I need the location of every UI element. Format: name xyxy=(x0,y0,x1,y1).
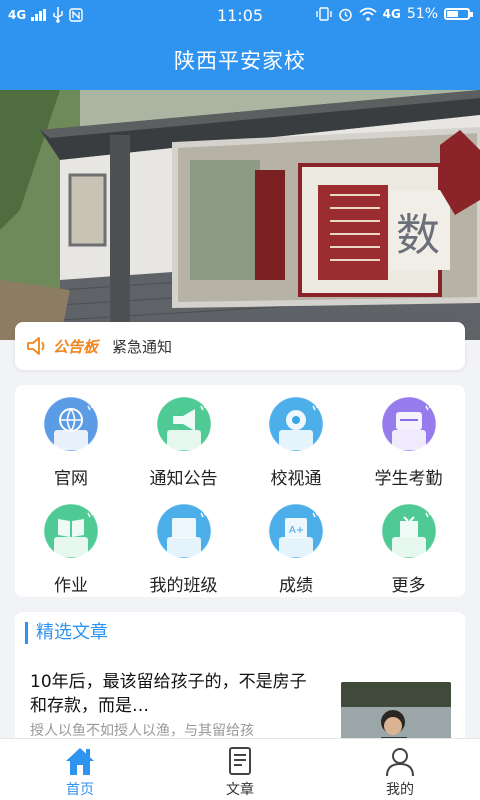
battery-fill xyxy=(447,11,459,17)
grades-icon: A+ xyxy=(268,503,324,559)
notice-label: 公告板 xyxy=(53,337,99,356)
grid-item-camera[interactable]: 校视通 xyxy=(240,390,352,490)
wifi-icon xyxy=(359,7,377,21)
grid-item-grades[interactable]: A+ 成绩 xyxy=(240,497,352,597)
grid-item-label: 作业 xyxy=(54,576,88,596)
grid-item-more[interactable]: 更多 xyxy=(353,497,465,597)
speaker-icon xyxy=(27,337,45,355)
grid-item-label: 官网 xyxy=(54,469,88,489)
grid-item-label: 校视通 xyxy=(270,469,322,489)
globe-icon xyxy=(43,396,99,452)
alarm-icon xyxy=(338,8,352,21)
banner-image: 数 xyxy=(0,90,480,340)
article-title[interactable]: 10年后，最该留给孩子的，不是房子和存款，而是… xyxy=(30,670,320,718)
battery-icon xyxy=(444,8,473,20)
svg-text:A+: A+ xyxy=(289,525,304,536)
grid-item-label: 我的班级 xyxy=(149,576,218,596)
vibrate-icon xyxy=(315,7,332,21)
banner-carousel[interactable]: 数 xyxy=(0,90,480,340)
grid-item-label: 更多 xyxy=(391,576,426,596)
article-description: 授人以鱼不如授人以渔，与其留给孩 xyxy=(30,723,254,739)
book-icon xyxy=(43,503,99,559)
more-icon xyxy=(381,503,436,559)
feature-grid: 官网 通知公告 校视通 学生考勤作业 我的班级 A+ 成绩 更多 xyxy=(15,385,465,597)
grid-item-label: 通知公告 xyxy=(149,469,218,489)
attendance-icon xyxy=(381,396,436,452)
grid-item-book[interactable]: 作业 xyxy=(15,497,127,597)
nav-profile-label: 我的 xyxy=(386,782,414,798)
nav-home-label: 首页 xyxy=(66,782,94,798)
battery-percent: 51% xyxy=(406,6,438,22)
featured-articles: 精选文章 10年后，最该留给孩子的，不是房子和存款，而是… 授人以鱼不如授人以渔… xyxy=(15,612,465,752)
status-right: 4G 51% xyxy=(315,6,473,22)
megaphone-icon xyxy=(156,396,211,452)
camera-icon xyxy=(268,396,324,452)
bottom-nav: 首页 文章 我的 xyxy=(0,738,480,800)
article-icon xyxy=(229,747,251,775)
home-icon xyxy=(66,748,94,775)
profile-icon xyxy=(386,748,414,777)
status-bar: 4G 11:05 4G 51% xyxy=(0,0,480,32)
grid-item-class[interactable]: 我的班级 xyxy=(128,497,240,597)
grid-item-attendance[interactable]: 学生考勤 xyxy=(353,390,465,490)
network-type-right: 4G xyxy=(382,7,401,21)
grid-item-label: 学生考勤 xyxy=(374,469,443,489)
grid-item-label: 成绩 xyxy=(279,576,313,596)
app-title-bar: 陕西平安家校 xyxy=(0,32,480,90)
page-title: 陕西平安家校 xyxy=(174,49,306,73)
nav-profile[interactable]: 我的 xyxy=(360,743,440,799)
nav-home[interactable]: 首页 xyxy=(40,743,120,799)
banner-mural-char: 数 xyxy=(396,210,440,261)
grid-item-globe[interactable]: 官网 xyxy=(15,390,127,490)
notice-text[interactable]: 紧急通知 xyxy=(112,336,172,357)
notice-board[interactable]: 公告板 紧急通知 xyxy=(15,322,465,370)
articles-header: 精选文章 xyxy=(25,622,108,644)
nav-articles-label: 文章 xyxy=(226,782,254,798)
class-icon xyxy=(156,503,211,559)
grid-item-megaphone[interactable]: 通知公告 xyxy=(128,390,240,490)
nav-articles[interactable]: 文章 xyxy=(200,743,280,799)
